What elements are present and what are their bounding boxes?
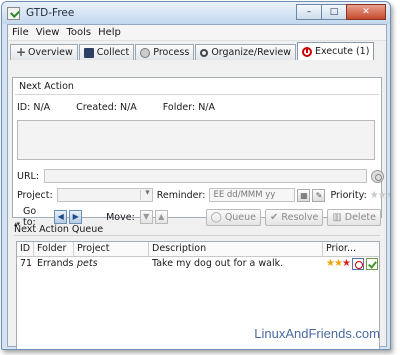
column-header-id[interactable]: ID	[17, 242, 34, 256]
column-header-folder[interactable]: Folder	[34, 242, 74, 256]
window-controls: – □ ✕	[296, 4, 386, 20]
move-up-button[interactable]: ▲	[154, 210, 168, 224]
goto-next-button[interactable]: ▶	[69, 210, 83, 224]
action-meta: ID: N/A Created: N/A Folder: N/A	[13, 95, 381, 113]
search-icon	[200, 48, 209, 57]
project-label: Project:	[17, 189, 53, 201]
reminder-date-input[interactable]: EE dd/MMM yy	[209, 188, 296, 202]
cell-priority: ★★★	[323, 257, 379, 271]
app-icon	[7, 6, 20, 20]
queue-item-icon[interactable]	[351, 258, 364, 270]
minimize-button[interactable]: –	[296, 4, 322, 20]
menu-view[interactable]: View	[36, 27, 60, 38]
tab-label: Collect	[96, 47, 130, 58]
watermark: LinuxAndFriends.com	[254, 326, 380, 341]
resolve-button[interactable]: ✔ Resolve	[265, 208, 324, 226]
tab-collect[interactable]: Collect	[78, 44, 135, 60]
priority-stars-icon[interactable]: ★★★	[370, 190, 390, 201]
resolve-item-icon[interactable]	[365, 258, 378, 270]
menu-bar: File View Tools Help	[8, 25, 386, 41]
goto-previous-button[interactable]: ◀	[54, 210, 68, 224]
column-header-project[interactable]: Project	[74, 242, 149, 256]
delete-button[interactable]: ▥ Delete	[327, 208, 381, 226]
next-action-panel: Next Action ID: N/A Created: N/A Folder:…	[12, 77, 390, 228]
tab-bar: Overview Collect Process Organize/Review…	[8, 42, 386, 60]
cell-id: 71	[20, 258, 33, 269]
url-row: URL:	[17, 169, 385, 183]
description-textarea[interactable]	[17, 120, 375, 160]
queue-button[interactable]: ◯ Queue	[205, 208, 262, 226]
tab-process[interactable]: Process	[135, 44, 195, 60]
created-label: Created: N/A	[76, 102, 137, 113]
table-header: ID Folder Project Description Prior...	[17, 242, 379, 257]
priority-stars-icon: ★★★	[326, 258, 351, 269]
folder-label: Folder: N/A	[162, 102, 215, 113]
tab-organize-review[interactable]: Organize/Review	[195, 44, 296, 60]
queue-button-label: Queue	[224, 211, 257, 223]
tab-label: Organize/Review	[211, 47, 291, 58]
open-url-button[interactable]	[371, 169, 385, 183]
tab-label: Overview	[28, 47, 73, 58]
process-icon	[140, 47, 151, 58]
project-row: Project: Reminder: EE dd/MMM yy ▦ ✎ Prio…	[17, 188, 390, 202]
cell-folder: Errands	[37, 258, 74, 269]
collect-icon	[83, 47, 94, 58]
resolve-button-label: Resolve	[281, 211, 319, 223]
delete-button-label: Delete	[344, 211, 376, 223]
tab-execute[interactable]: Execute (1)	[296, 42, 375, 60]
project-combo[interactable]	[56, 188, 153, 202]
client-area: File View Tools Help Overview Collect Pr…	[7, 24, 390, 349]
url-input[interactable]	[44, 169, 368, 183]
cell-project: pets	[77, 258, 98, 269]
url-label: URL:	[17, 170, 40, 182]
priority-label: Priority:	[330, 189, 367, 201]
menu-file[interactable]: File	[12, 27, 29, 38]
menu-tools[interactable]: Tools	[66, 27, 91, 38]
title-bar: GTD-Free – □ ✕	[2, 2, 390, 24]
clear-reminder-icon[interactable]: ✎	[312, 188, 326, 202]
tab-label: Execute (1)	[314, 46, 370, 57]
id-label: ID: N/A	[17, 102, 51, 113]
maximize-button[interactable]: □	[321, 4, 347, 20]
tab-overview[interactable]: Overview	[10, 44, 78, 60]
tab-label: Process	[153, 47, 190, 58]
calendar-icon[interactable]: ▦	[297, 188, 311, 202]
menu-help[interactable]: Help	[98, 27, 121, 38]
cell-description: Take my dog out for a walk.	[152, 258, 284, 269]
close-button[interactable]: ✕	[346, 4, 386, 20]
window-title: GTD-Free	[26, 7, 75, 19]
queue-icon: ◯	[210, 211, 222, 223]
plus-icon	[15, 45, 26, 59]
queue-heading: Next Action Queue	[14, 224, 104, 235]
divider	[14, 235, 380, 236]
column-header-description[interactable]: Description	[149, 242, 323, 256]
trash-icon: ▥	[332, 211, 342, 223]
next-action-heading: Next Action	[15, 78, 379, 95]
execute-icon	[301, 46, 312, 57]
column-header-priority[interactable]: Prior...	[323, 242, 379, 256]
table-row[interactable]: 71 Errands pets Take my dog out for a wa…	[17, 257, 379, 271]
move-label: Move:	[106, 211, 135, 223]
move-down-button[interactable]: ▼	[139, 210, 153, 224]
app-window: GTD-Free – □ ✕ File View Tools Help Over…	[1, 1, 391, 350]
checkmark-icon: ✔	[270, 211, 279, 223]
reminder-label: Reminder:	[156, 189, 206, 201]
